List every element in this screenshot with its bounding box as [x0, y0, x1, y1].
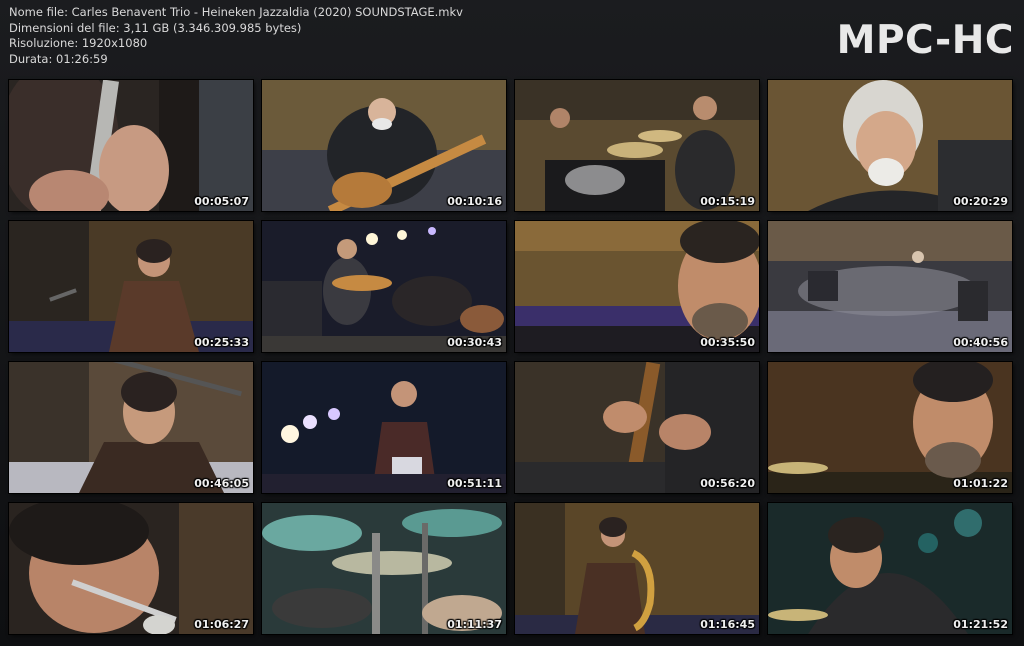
thumbnail: 00:35:50 [515, 221, 759, 352]
thumbnail: 01:11:37 [262, 503, 506, 634]
timestamp: 00:35:50 [700, 336, 755, 349]
scene-stage-wide [262, 221, 506, 352]
scene-bass-hands [515, 362, 759, 493]
file-duration: Durata: 01:26:59 [9, 51, 108, 66]
thumbnail: 00:10:16 [262, 80, 506, 211]
timestamp: 01:11:37 [447, 618, 502, 631]
scene-man-brown-jacket [9, 221, 253, 352]
thumbnail: 00:25:33 [9, 221, 253, 352]
timestamp: 01:21:52 [953, 618, 1008, 631]
timestamp: 00:15:19 [700, 195, 755, 208]
file-info: Nome file: Carles Benavent Trio - Heinek… [9, 5, 463, 67]
scene-drummer-closeup [515, 221, 759, 352]
thumbnail: 00:56:20 [515, 362, 759, 493]
thumbnail: 00:05:07 [9, 80, 253, 211]
scene-drummer-cymbal [768, 362, 1012, 493]
scene-bassist-closeup [768, 80, 1012, 211]
file-resolution: Risoluzione: 1920x1080 [9, 36, 148, 50]
timestamp: 00:40:56 [953, 336, 1008, 349]
scene-bass-player [262, 80, 506, 211]
file-name: Nome file: Carles Benavent Trio - Heinek… [9, 5, 463, 19]
scene-saxophone [515, 503, 759, 634]
timestamp: 01:16:45 [700, 618, 755, 631]
scene-drummer-green [768, 503, 1012, 634]
timestamp: 00:10:16 [447, 195, 502, 208]
thumbnail-grid: 00:05:07 00:10:16 00:15:19 00:20:29 00:2… [9, 80, 1012, 634]
thumbnail: 01:06:27 [9, 503, 253, 634]
thumbnail: 01:16:45 [515, 503, 759, 634]
timestamp: 01:06:27 [194, 618, 249, 631]
scene-man-mic [9, 362, 253, 493]
thumbnail: 01:21:52 [768, 503, 1012, 634]
scene-clarinet-hands [9, 80, 253, 211]
scene-clarinet-face [9, 503, 253, 634]
file-size: Dimensioni del file: 3,11 GB (3.346.309.… [9, 20, 302, 35]
thumbnail: 00:15:19 [515, 80, 759, 211]
thumbnail: 00:30:43 [262, 221, 506, 352]
thumbnail: 00:51:11 [262, 362, 506, 493]
thumbnail: 00:46:05 [9, 362, 253, 493]
timestamp: 00:56:20 [700, 477, 755, 490]
thumbnail-sheet: Nome file: Carles Benavent Trio - Heinek… [0, 0, 1024, 646]
app-logo: MPC-HC [836, 18, 1014, 63]
timestamp: 00:20:29 [953, 195, 1008, 208]
timestamp: 01:01:22 [953, 477, 1008, 490]
timestamp: 00:30:43 [447, 336, 502, 349]
timestamp: 00:46:05 [194, 477, 249, 490]
timestamp: 00:05:07 [194, 195, 249, 208]
thumbnail: 00:20:29 [768, 80, 1012, 211]
thumbnail: 00:40:56 [768, 221, 1012, 352]
scene-drummer [515, 80, 759, 211]
scene-drum-kit [262, 503, 506, 634]
thumbnail: 01:01:22 [768, 362, 1012, 493]
scene-stage-overlay [768, 221, 1012, 352]
timestamp: 00:51:11 [447, 477, 502, 490]
scene-man-lights [262, 362, 506, 493]
timestamp: 00:25:33 [194, 336, 249, 349]
